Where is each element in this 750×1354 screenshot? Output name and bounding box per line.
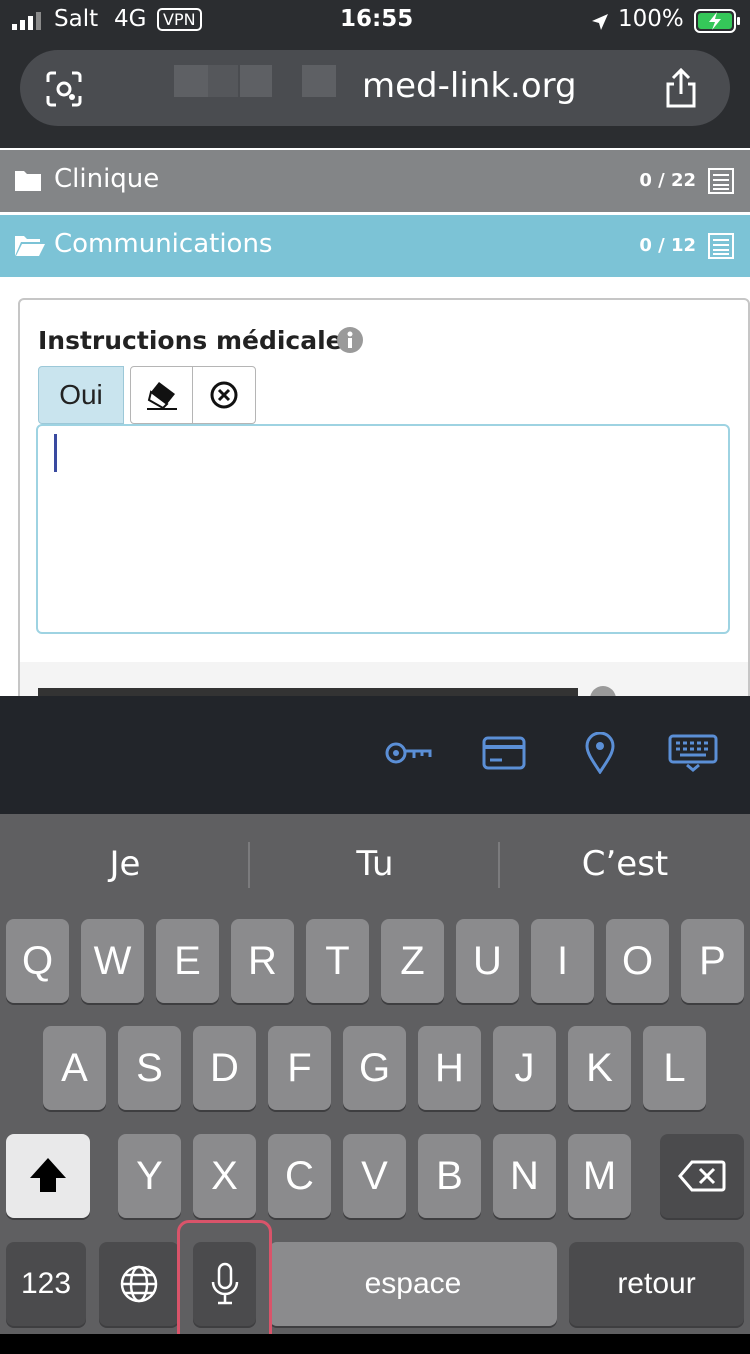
globe-key[interactable] xyxy=(99,1242,179,1326)
blurred-url-part xyxy=(302,65,336,97)
list-icon[interactable] xyxy=(708,233,734,259)
vpn-badge: VPN xyxy=(157,8,202,31)
section-label: Clinique xyxy=(54,164,160,194)
instructions-card: Instructions médicales Oui xyxy=(18,298,750,696)
text-cursor xyxy=(54,434,57,472)
key-b[interactable]: B xyxy=(418,1134,481,1218)
keyboard-icon[interactable] xyxy=(668,734,718,772)
globe-icon xyxy=(120,1265,158,1303)
key-u[interactable]: U xyxy=(456,919,519,1003)
numbers-key[interactable]: 123 xyxy=(6,1242,86,1326)
location-pin-icon[interactable] xyxy=(584,732,616,774)
signal-icon xyxy=(12,12,41,30)
section-count: 0 / 22 xyxy=(639,170,696,191)
folder-icon xyxy=(15,171,41,191)
clock: 16:55 xyxy=(340,6,414,32)
network-label: 4G xyxy=(114,6,147,32)
autofill-accessory-bar xyxy=(0,696,750,814)
list-icon[interactable] xyxy=(708,168,734,194)
close-circle-icon xyxy=(210,381,238,409)
key-g[interactable]: G xyxy=(343,1026,406,1110)
credit-card-icon[interactable] xyxy=(482,736,526,770)
key-a[interactable]: A xyxy=(43,1026,106,1110)
key-r[interactable]: R xyxy=(231,919,294,1003)
section-communications[interactable]: Communications 0 / 12 xyxy=(0,215,750,277)
field-title: Instructions médicales xyxy=(38,326,358,355)
backspace-icon xyxy=(678,1160,726,1192)
folder-open-icon xyxy=(15,236,45,256)
blurred-url-part xyxy=(208,65,238,97)
next-field-title-cut xyxy=(38,688,578,696)
blurred-url-part xyxy=(174,65,208,97)
battery-percent: 100% xyxy=(618,6,684,32)
microphone-highlight xyxy=(177,1220,272,1350)
key-w[interactable]: W xyxy=(81,919,144,1003)
suggestion-3[interactable]: C’est xyxy=(500,844,750,884)
address-bar[interactable]: med-link.org xyxy=(20,50,730,126)
key-icon[interactable] xyxy=(384,740,432,766)
suggestion-2[interactable]: Tu xyxy=(250,844,500,884)
key-x[interactable]: X xyxy=(193,1134,256,1218)
shift-key[interactable] xyxy=(6,1134,90,1218)
key-y[interactable]: Y xyxy=(118,1134,181,1218)
key-o[interactable]: O xyxy=(606,919,669,1003)
oui-button[interactable]: Oui xyxy=(38,366,124,424)
battery-charging-icon xyxy=(694,9,740,33)
key-d[interactable]: D xyxy=(193,1026,256,1110)
section-label: Communications xyxy=(54,229,273,259)
key-t[interactable]: T xyxy=(306,919,369,1003)
instructions-textarea[interactable] xyxy=(36,424,730,634)
key-c[interactable]: C xyxy=(268,1134,331,1218)
next-field-partial xyxy=(20,662,748,696)
url-text: med-link.org xyxy=(362,66,577,106)
web-page: Clinique 0 / 22 Communications 0 / 12 In… xyxy=(0,148,750,696)
key-h[interactable]: H xyxy=(418,1026,481,1110)
info-icon xyxy=(590,686,616,696)
key-i[interactable]: I xyxy=(531,919,594,1003)
shift-arrow-icon xyxy=(30,1158,66,1192)
status-bar: Salt 4G VPN 16:55 100% xyxy=(0,0,750,42)
page-scan-icon[interactable] xyxy=(44,70,84,108)
key-f[interactable]: F xyxy=(268,1026,331,1110)
key-p[interactable]: P xyxy=(681,919,744,1003)
key-e[interactable]: E xyxy=(156,919,219,1003)
suggestion-1[interactable]: Je xyxy=(0,844,250,884)
home-indicator-area xyxy=(0,1334,750,1354)
location-arrow-icon xyxy=(592,14,608,30)
share-icon[interactable] xyxy=(664,68,698,110)
blurred-url-part xyxy=(240,65,272,97)
key-k[interactable]: K xyxy=(568,1026,631,1110)
key-q[interactable]: Q xyxy=(6,919,69,1003)
key-j[interactable]: J xyxy=(493,1026,556,1110)
key-v[interactable]: V xyxy=(343,1134,406,1218)
section-clinique[interactable]: Clinique 0 / 22 xyxy=(0,150,750,212)
key-n[interactable]: N xyxy=(493,1134,556,1218)
return-key[interactable]: retour xyxy=(569,1242,744,1326)
eraser-button[interactable] xyxy=(130,366,194,424)
space-key[interactable]: espace xyxy=(269,1242,557,1326)
carrier-label: Salt xyxy=(54,6,99,32)
key-m[interactable]: M xyxy=(568,1134,631,1218)
clear-button[interactable] xyxy=(192,366,256,424)
info-icon[interactable] xyxy=(336,326,364,354)
section-count: 0 / 12 xyxy=(639,235,696,256)
backspace-key[interactable] xyxy=(660,1134,744,1218)
key-l[interactable]: L xyxy=(643,1026,706,1110)
key-z[interactable]: Z xyxy=(381,919,444,1003)
key-s[interactable]: S xyxy=(118,1026,181,1110)
keyboard: Je Tu C’est Q W E R T Z U I O P A S D F … xyxy=(0,814,750,1334)
eraser-icon xyxy=(147,382,177,410)
